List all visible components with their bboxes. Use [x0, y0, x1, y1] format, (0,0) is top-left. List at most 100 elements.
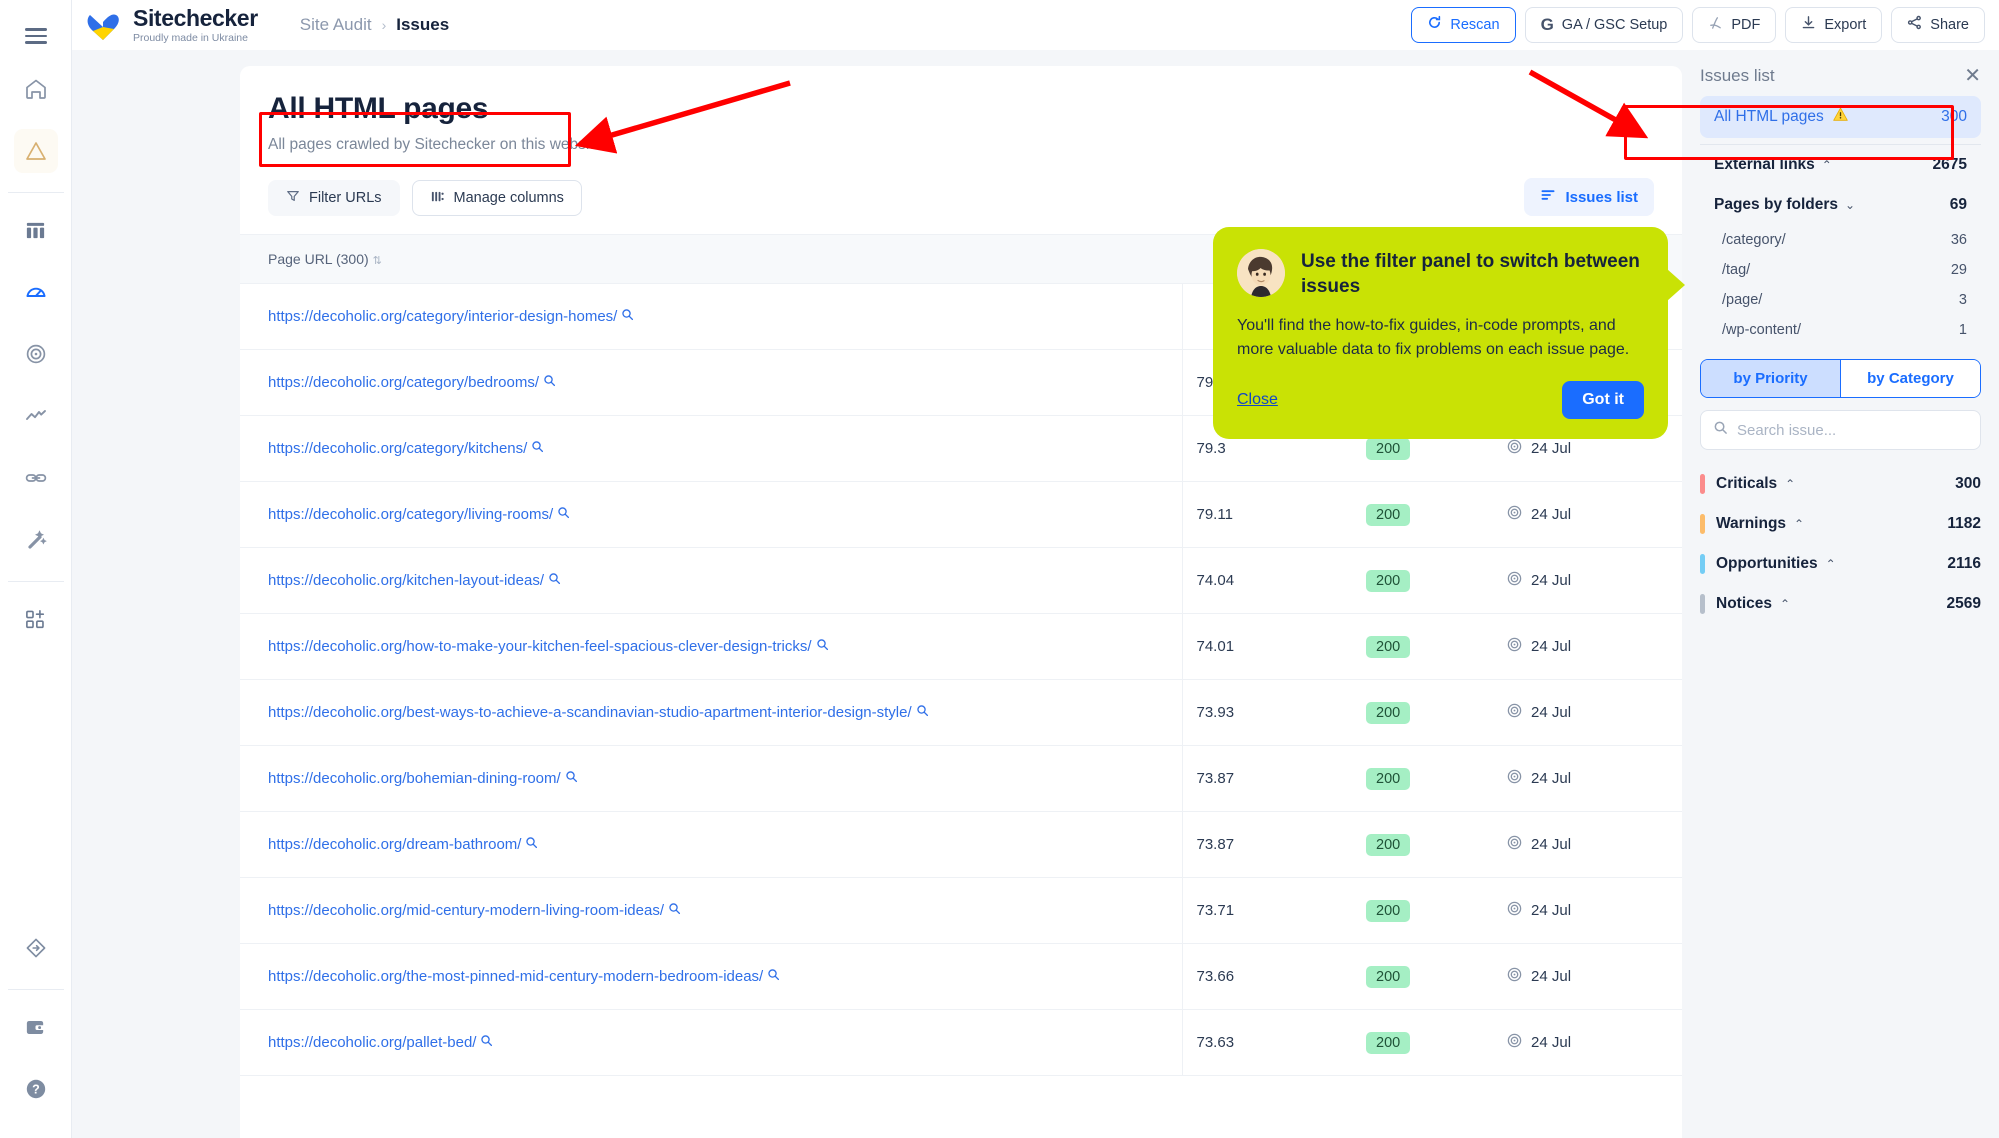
priority-row-warnings[interactable]: Warnings ⌃ 1182: [1700, 504, 1981, 544]
chevron-up-icon[interactable]: ⌃: [1780, 597, 1790, 611]
inspect-url-icon[interactable]: [767, 969, 780, 984]
priority-row-opportunities[interactable]: Opportunities ⌃ 2116: [1700, 544, 1981, 584]
page-url-link[interactable]: https://decoholic.org/mid-century-modern…: [268, 902, 664, 919]
rescan-button[interactable]: Rescan: [1411, 7, 1516, 43]
crawl-date-wrap: 24 Jul: [1506, 966, 1668, 987]
filter-icon: [286, 189, 300, 207]
priority-list: Criticals ⌃ 300 Warnings ⌃ 1182 Opportunities ⌃…: [1700, 464, 1981, 624]
target-icon[interactable]: [14, 332, 58, 376]
line-chart-icon[interactable]: [14, 394, 58, 438]
issue-subitem-1-3[interactable]: /wp-content/1: [1700, 315, 1981, 345]
table-row[interactable]: https://decoholic.org/kitchen-layout-ide…: [240, 547, 1682, 614]
issues-list-panel-title: Issues list: [1700, 66, 1775, 85]
issue-subitem-label: /page/: [1722, 292, 1763, 308]
manage-columns-button[interactable]: Manage columns: [411, 180, 582, 216]
page-url-link[interactable]: https://decoholic.org/dream-bathroom/: [268, 836, 521, 853]
table-row[interactable]: https://decoholic.org/category/living-ro…: [240, 481, 1682, 548]
share-label: Share: [1930, 17, 1969, 33]
page-url-link[interactable]: https://decoholic.org/pallet-bed/: [268, 1034, 476, 1051]
page-url-link[interactable]: https://decoholic.org/category/kitchens/: [268, 440, 527, 457]
warning-triangle-icon[interactable]: [13, 129, 58, 173]
issue-subitem-1-1[interactable]: /tag/29: [1700, 255, 1981, 285]
table-row[interactable]: https://decoholic.org/bohemian-dining-ro…: [240, 745, 1682, 812]
inspect-url-icon[interactable]: [548, 573, 561, 588]
ga-gsc-setup-button[interactable]: G GA / GSC Setup: [1524, 7, 1684, 43]
pdf-button[interactable]: PDF: [1692, 7, 1777, 43]
table-row[interactable]: https://decoholic.org/best-ways-to-achie…: [240, 679, 1682, 746]
page-url-link[interactable]: https://decoholic.org/the-most-pinned-mi…: [268, 968, 763, 985]
breadcrumb: Site Audit › Issues: [300, 15, 449, 35]
page-url-link[interactable]: https://decoholic.org/category/bedrooms/: [268, 374, 539, 391]
search-issue-box[interactable]: [1700, 410, 1981, 450]
chevron-up-icon[interactable]: ⌃: [1785, 477, 1795, 491]
status-badge: 200: [1366, 965, 1411, 988]
inspect-url-icon[interactable]: [916, 705, 929, 720]
priority-row-notices[interactable]: Notices ⌃ 2569: [1700, 584, 1981, 624]
chevron-up-icon[interactable]: ⌃: [1822, 158, 1832, 172]
add-module-icon[interactable]: [14, 597, 58, 641]
link-icon[interactable]: [14, 456, 58, 500]
chevron-up-icon[interactable]: ⌃: [1794, 517, 1804, 531]
segment-by-priority[interactable]: by Priority: [1701, 360, 1840, 397]
cell-page-url: https://decoholic.org/the-most-pinned-mi…: [240, 943, 1183, 1010]
table-row[interactable]: https://decoholic.org/the-most-pinned-mi…: [240, 943, 1682, 1010]
share-button[interactable]: Share: [1891, 7, 1985, 43]
page-url-link[interactable]: https://decoholic.org/bohemian-dining-ro…: [268, 770, 561, 787]
cell-crawl-date: 24 Jul: [1492, 811, 1682, 878]
crawl-target-icon: [1506, 504, 1523, 525]
issue-group-0[interactable]: External links ⌃ 2675: [1700, 145, 1981, 185]
coach-close-link[interactable]: Close: [1237, 391, 1278, 409]
inspect-url-icon[interactable]: [531, 441, 544, 456]
close-icon[interactable]: ✕: [1964, 66, 1981, 86]
chevron-down-icon[interactable]: ⌄: [1845, 198, 1855, 212]
inspect-url-icon[interactable]: [816, 639, 829, 654]
cell-status-code: 200: [1352, 547, 1492, 614]
sitechecker-heart-icon: [87, 14, 119, 41]
coach-got-it-button[interactable]: Got it: [1562, 381, 1644, 420]
inspect-url-icon[interactable]: [557, 507, 570, 522]
columns-icon[interactable]: [14, 208, 58, 252]
table-row[interactable]: https://decoholic.org/mid-century-modern…: [240, 877, 1682, 944]
inspect-url-icon[interactable]: [668, 903, 681, 918]
question-circle-icon[interactable]: ?: [14, 1067, 58, 1111]
issue-subitem-1-0[interactable]: /category/36: [1700, 225, 1981, 255]
speedometer-icon[interactable]: [14, 270, 58, 314]
wallet-icon[interactable]: [14, 1005, 58, 1049]
issue-item-all-html-pages[interactable]: All HTML pages 300: [1700, 96, 1981, 138]
inspect-url-icon[interactable]: [621, 309, 634, 324]
inspect-url-icon[interactable]: [543, 375, 556, 390]
search-issue-input[interactable]: [1737, 421, 1968, 439]
inspect-url-icon[interactable]: [525, 837, 538, 852]
table-row[interactable]: https://decoholic.org/pallet-bed/73.63 20…: [240, 1009, 1682, 1076]
table-row[interactable]: https://decoholic.org/how-to-make-your-k…: [240, 613, 1682, 680]
issue-group-1[interactable]: Pages by folders ⌄ 69: [1700, 185, 1981, 225]
filter-urls-button[interactable]: Filter URLs: [268, 180, 400, 216]
page-url-link[interactable]: https://decoholic.org/category/interior-…: [268, 308, 617, 325]
home-icon[interactable]: [14, 67, 58, 111]
inspect-url-icon[interactable]: [480, 1035, 493, 1050]
page-url-link[interactable]: https://decoholic.org/kitchen-layout-ide…: [268, 572, 544, 589]
issues-list-toggle-button[interactable]: Issues list: [1524, 178, 1654, 216]
card-header: All HTML pages All pages crawled by Site…: [240, 66, 1682, 154]
cell-score: 73.93: [1182, 679, 1352, 746]
menu-icon[interactable]: [14, 14, 58, 58]
table-row[interactable]: https://decoholic.org/dream-bathroom/73.…: [240, 811, 1682, 878]
export-button[interactable]: Export: [1785, 7, 1883, 43]
magic-wand-icon[interactable]: [14, 518, 58, 562]
cell-score: 74.04: [1182, 547, 1352, 614]
chevron-up-icon[interactable]: ⌃: [1826, 557, 1836, 571]
page-url-link[interactable]: https://decoholic.org/best-ways-to-achie…: [268, 704, 912, 721]
cell-page-url: https://decoholic.org/bohemian-dining-ro…: [240, 745, 1183, 812]
page-title: All HTML pages: [268, 92, 489, 125]
issue-subitem-1-2[interactable]: /page/3: [1700, 285, 1981, 315]
page-url-link[interactable]: https://decoholic.org/how-to-make-your-k…: [268, 638, 812, 655]
brand-logo[interactable]: Sitechecker Proudly made in Ukraine: [84, 6, 258, 44]
priority-row-criticals[interactable]: Criticals ⌃ 300: [1700, 464, 1981, 504]
breadcrumb-parent[interactable]: Site Audit: [300, 15, 372, 35]
diamond-arrow-icon[interactable]: [14, 926, 58, 970]
column-header-page-url[interactable]: Page URL (300) ⇅: [240, 234, 1182, 284]
segment-by-category[interactable]: by Category: [1840, 360, 1980, 397]
page-url-link[interactable]: https://decoholic.org/category/living-ro…: [268, 506, 553, 523]
issue-subitem-count: 1: [1958, 322, 1967, 338]
inspect-url-icon[interactable]: [565, 771, 578, 786]
